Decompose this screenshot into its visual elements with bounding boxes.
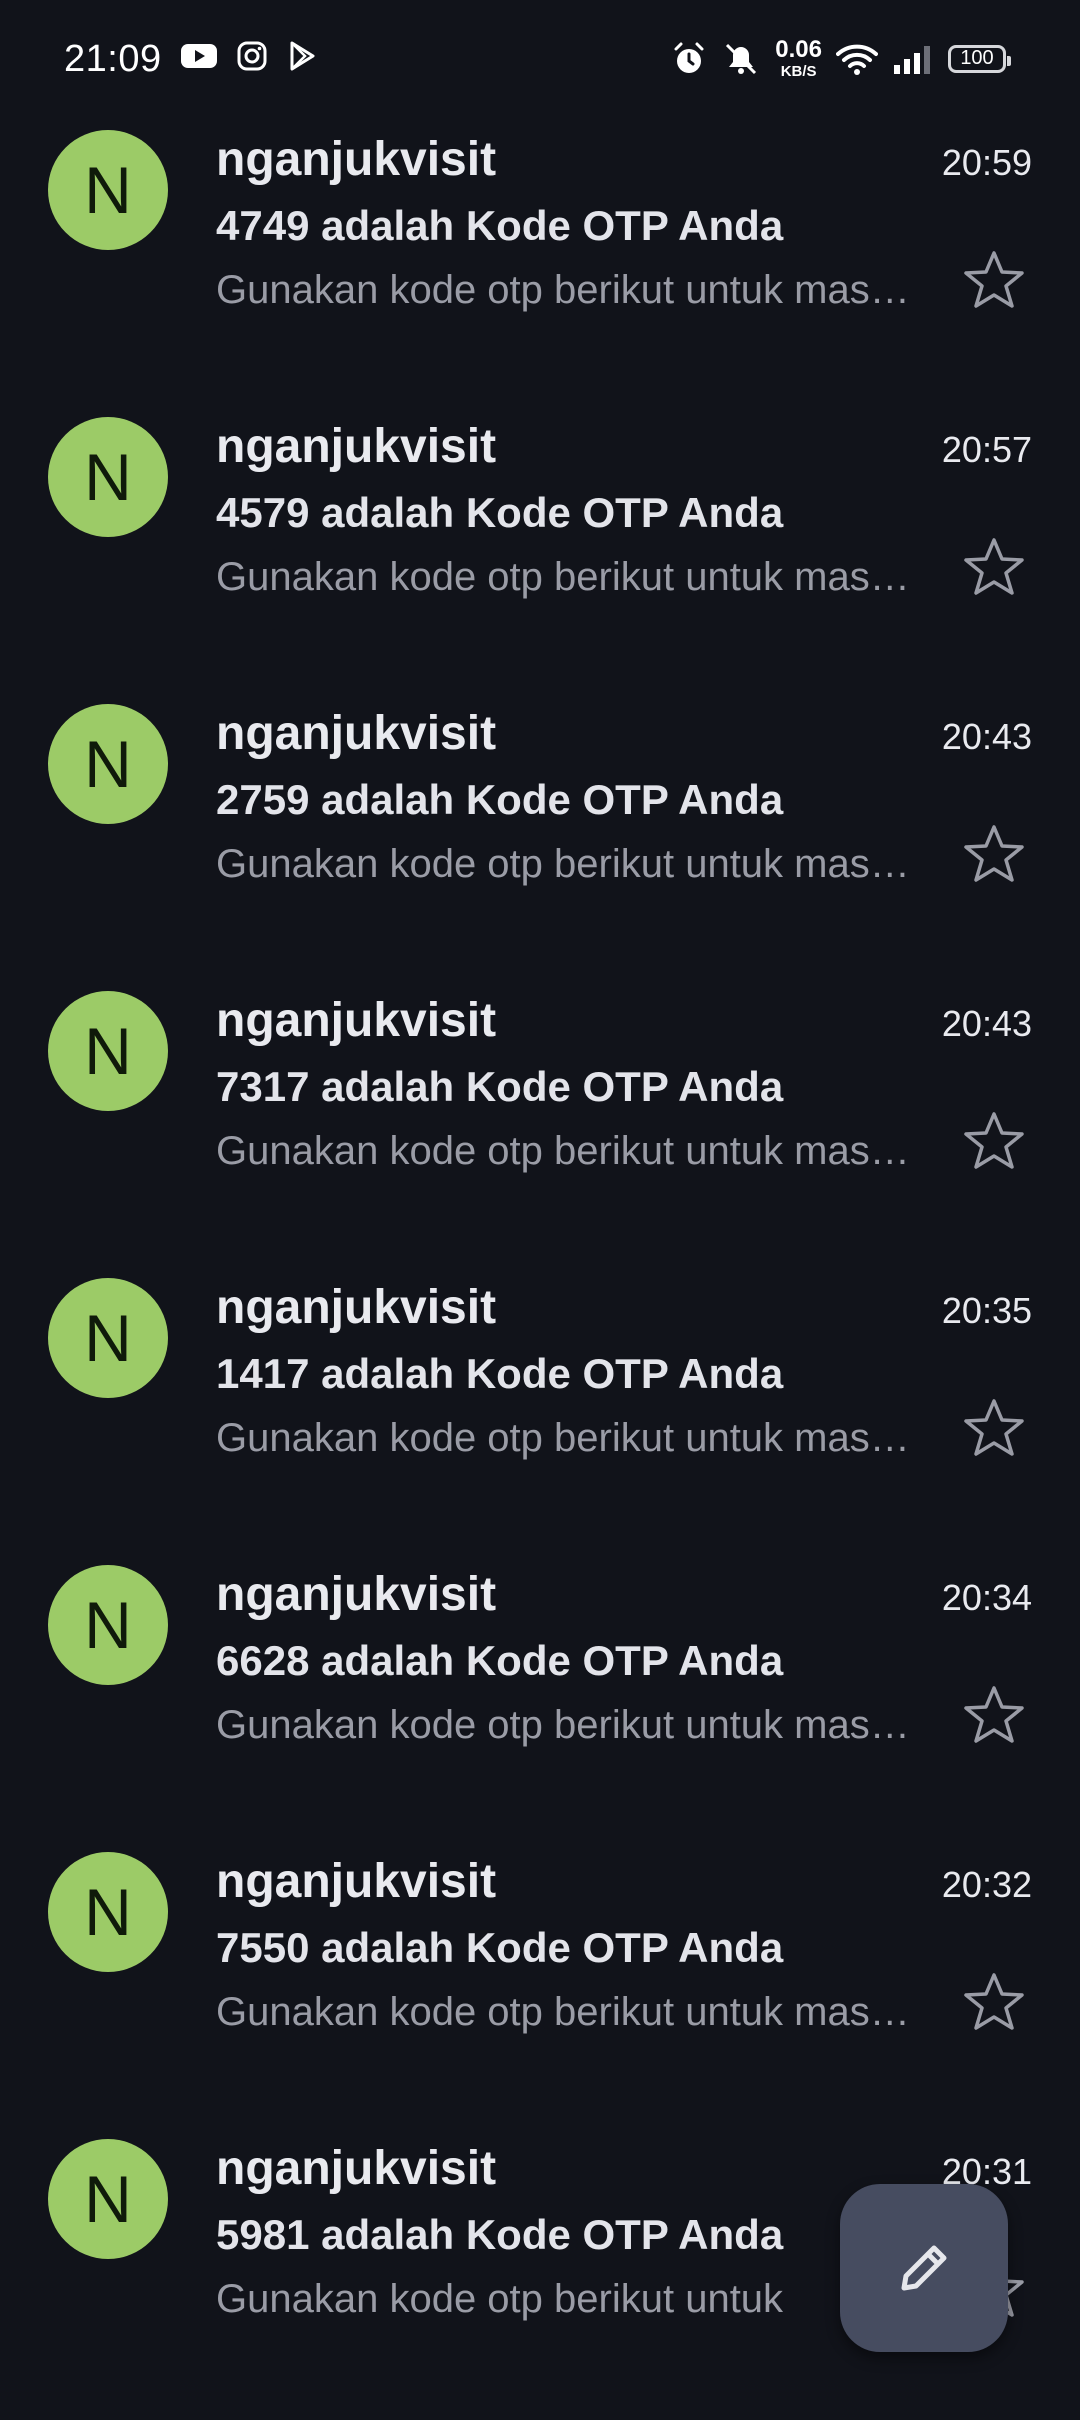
pencil-icon [901, 2245, 947, 2291]
star-icon[interactable] [962, 1396, 1026, 1460]
email-subject: 5981 adalah Kode OTP Anda [216, 2211, 784, 2258]
email-time: 20:35 [941, 1290, 1032, 1331]
avatar[interactable]: N [48, 2139, 168, 2259]
notification-icons [180, 40, 318, 72]
star-icon[interactable] [962, 248, 1026, 312]
star-icon[interactable] [962, 1970, 1026, 2034]
system-icons: 0.06 KB/S 100 [671, 36, 1011, 80]
email-subject: 6628 adalah Kode OTP Anda [216, 1637, 784, 1684]
email-subject: 4749 adalah Kode OTP Anda [216, 202, 784, 249]
email-subject: 1417 adalah Kode OTP Anda [216, 1350, 784, 1397]
sender-name: nganjukvisit [216, 1568, 497, 1621]
star-icon[interactable] [962, 1683, 1026, 1747]
email-row[interactable]: N nganjukvisit 20:59 4749 adalah Kode OT… [0, 124, 1080, 411]
sender-name: nganjukvisit [216, 133, 497, 186]
sender-name: nganjukvisit [216, 420, 497, 473]
email-row[interactable]: N nganjukvisit 20:32 7550 adalah Kode OT… [0, 1846, 1080, 2133]
email-snippet: Gunakan kode otp berikut untuk masuk ke … [216, 842, 916, 886]
network-speed-value: 0.06 [775, 36, 822, 63]
email-time: 20:34 [941, 1577, 1032, 1618]
play-store-icon [290, 41, 315, 71]
sender-name: nganjukvisit [216, 994, 497, 1047]
email-snippet: Gunakan kode otp berikut untuk masuk ke … [216, 1416, 916, 1460]
email-time: 20:43 [941, 1003, 1032, 1044]
sender-name: nganjukvisit [216, 707, 497, 760]
email-time: 20:43 [941, 716, 1032, 757]
network-speed-unit: KB/S [780, 63, 817, 80]
email-row[interactable]: N nganjukvisit 20:57 4579 adalah Kode OT… [0, 411, 1080, 698]
star-icon[interactable] [962, 822, 1026, 886]
star-icon[interactable] [962, 535, 1026, 599]
youtube-icon [181, 44, 217, 68]
instagram-icon [237, 41, 267, 71]
email-snippet: Gunakan kode otp berikut untuk masuk ke … [216, 1703, 916, 1747]
avatar[interactable]: N [48, 1852, 168, 1972]
email-snippet: Gunakan kode otp berikut untuk masuk ke … [216, 268, 916, 312]
email-row[interactable]: N nganjukvisit 20:35 1417 adalah Kode OT… [0, 1272, 1080, 1559]
wifi-icon [836, 44, 878, 75]
email-subject: 2759 adalah Kode OTP Anda [216, 776, 784, 823]
sender-name: nganjukvisit [216, 1855, 497, 1908]
mute-icon [726, 43, 757, 74]
email-time: 20:59 [941, 142, 1032, 183]
sender-name: nganjukvisit [216, 2142, 497, 2195]
network-speed: 0.06 KB/S [775, 36, 822, 80]
email-time: 20:32 [941, 1864, 1032, 1905]
email-row[interactable]: N nganjukvisit 20:34 6628 adalah Kode OT… [0, 1559, 1080, 1846]
email-row[interactable]: N nganjukvisit 20:43 2759 adalah Kode OT… [0, 698, 1080, 985]
email-snippet: Gunakan kode otp berikut untuk masuk ke … [216, 1990, 916, 2034]
avatar[interactable]: N [48, 991, 168, 1111]
email-subject: 4579 adalah Kode OTP Anda [216, 489, 784, 536]
email-subject: 7550 adalah Kode OTP Anda [216, 1924, 784, 1971]
avatar[interactable]: N [48, 130, 168, 250]
status-bar: 21:09 0.06 KB/S 100 [0, 0, 1080, 124]
email-snippet: Gunakan kode otp berikut untuk masuk ke … [216, 555, 916, 599]
avatar[interactable]: N [48, 1278, 168, 1398]
email-row[interactable]: N nganjukvisit 20:43 7317 adalah Kode OT… [0, 985, 1080, 1272]
star-icon[interactable] [962, 1109, 1026, 1173]
avatar[interactable]: N [48, 1565, 168, 1685]
avatar[interactable]: N [48, 417, 168, 537]
compose-button[interactable] [840, 2184, 1008, 2352]
email-subject: 7317 adalah Kode OTP Anda [216, 1063, 784, 1110]
signal-icon [894, 45, 930, 74]
alarm-icon [674, 42, 704, 73]
avatar[interactable]: N [48, 704, 168, 824]
battery-icon: 100 [948, 44, 1011, 73]
email-snippet: Gunakan kode otp berikut untuk masuk ke … [216, 1129, 916, 1173]
status-time: 21:09 [64, 38, 162, 80]
sender-name: nganjukvisit [216, 1281, 497, 1334]
email-time: 20:57 [941, 429, 1032, 470]
email-snippet: Gunakan kode otp berikut untuk [216, 2277, 784, 2321]
